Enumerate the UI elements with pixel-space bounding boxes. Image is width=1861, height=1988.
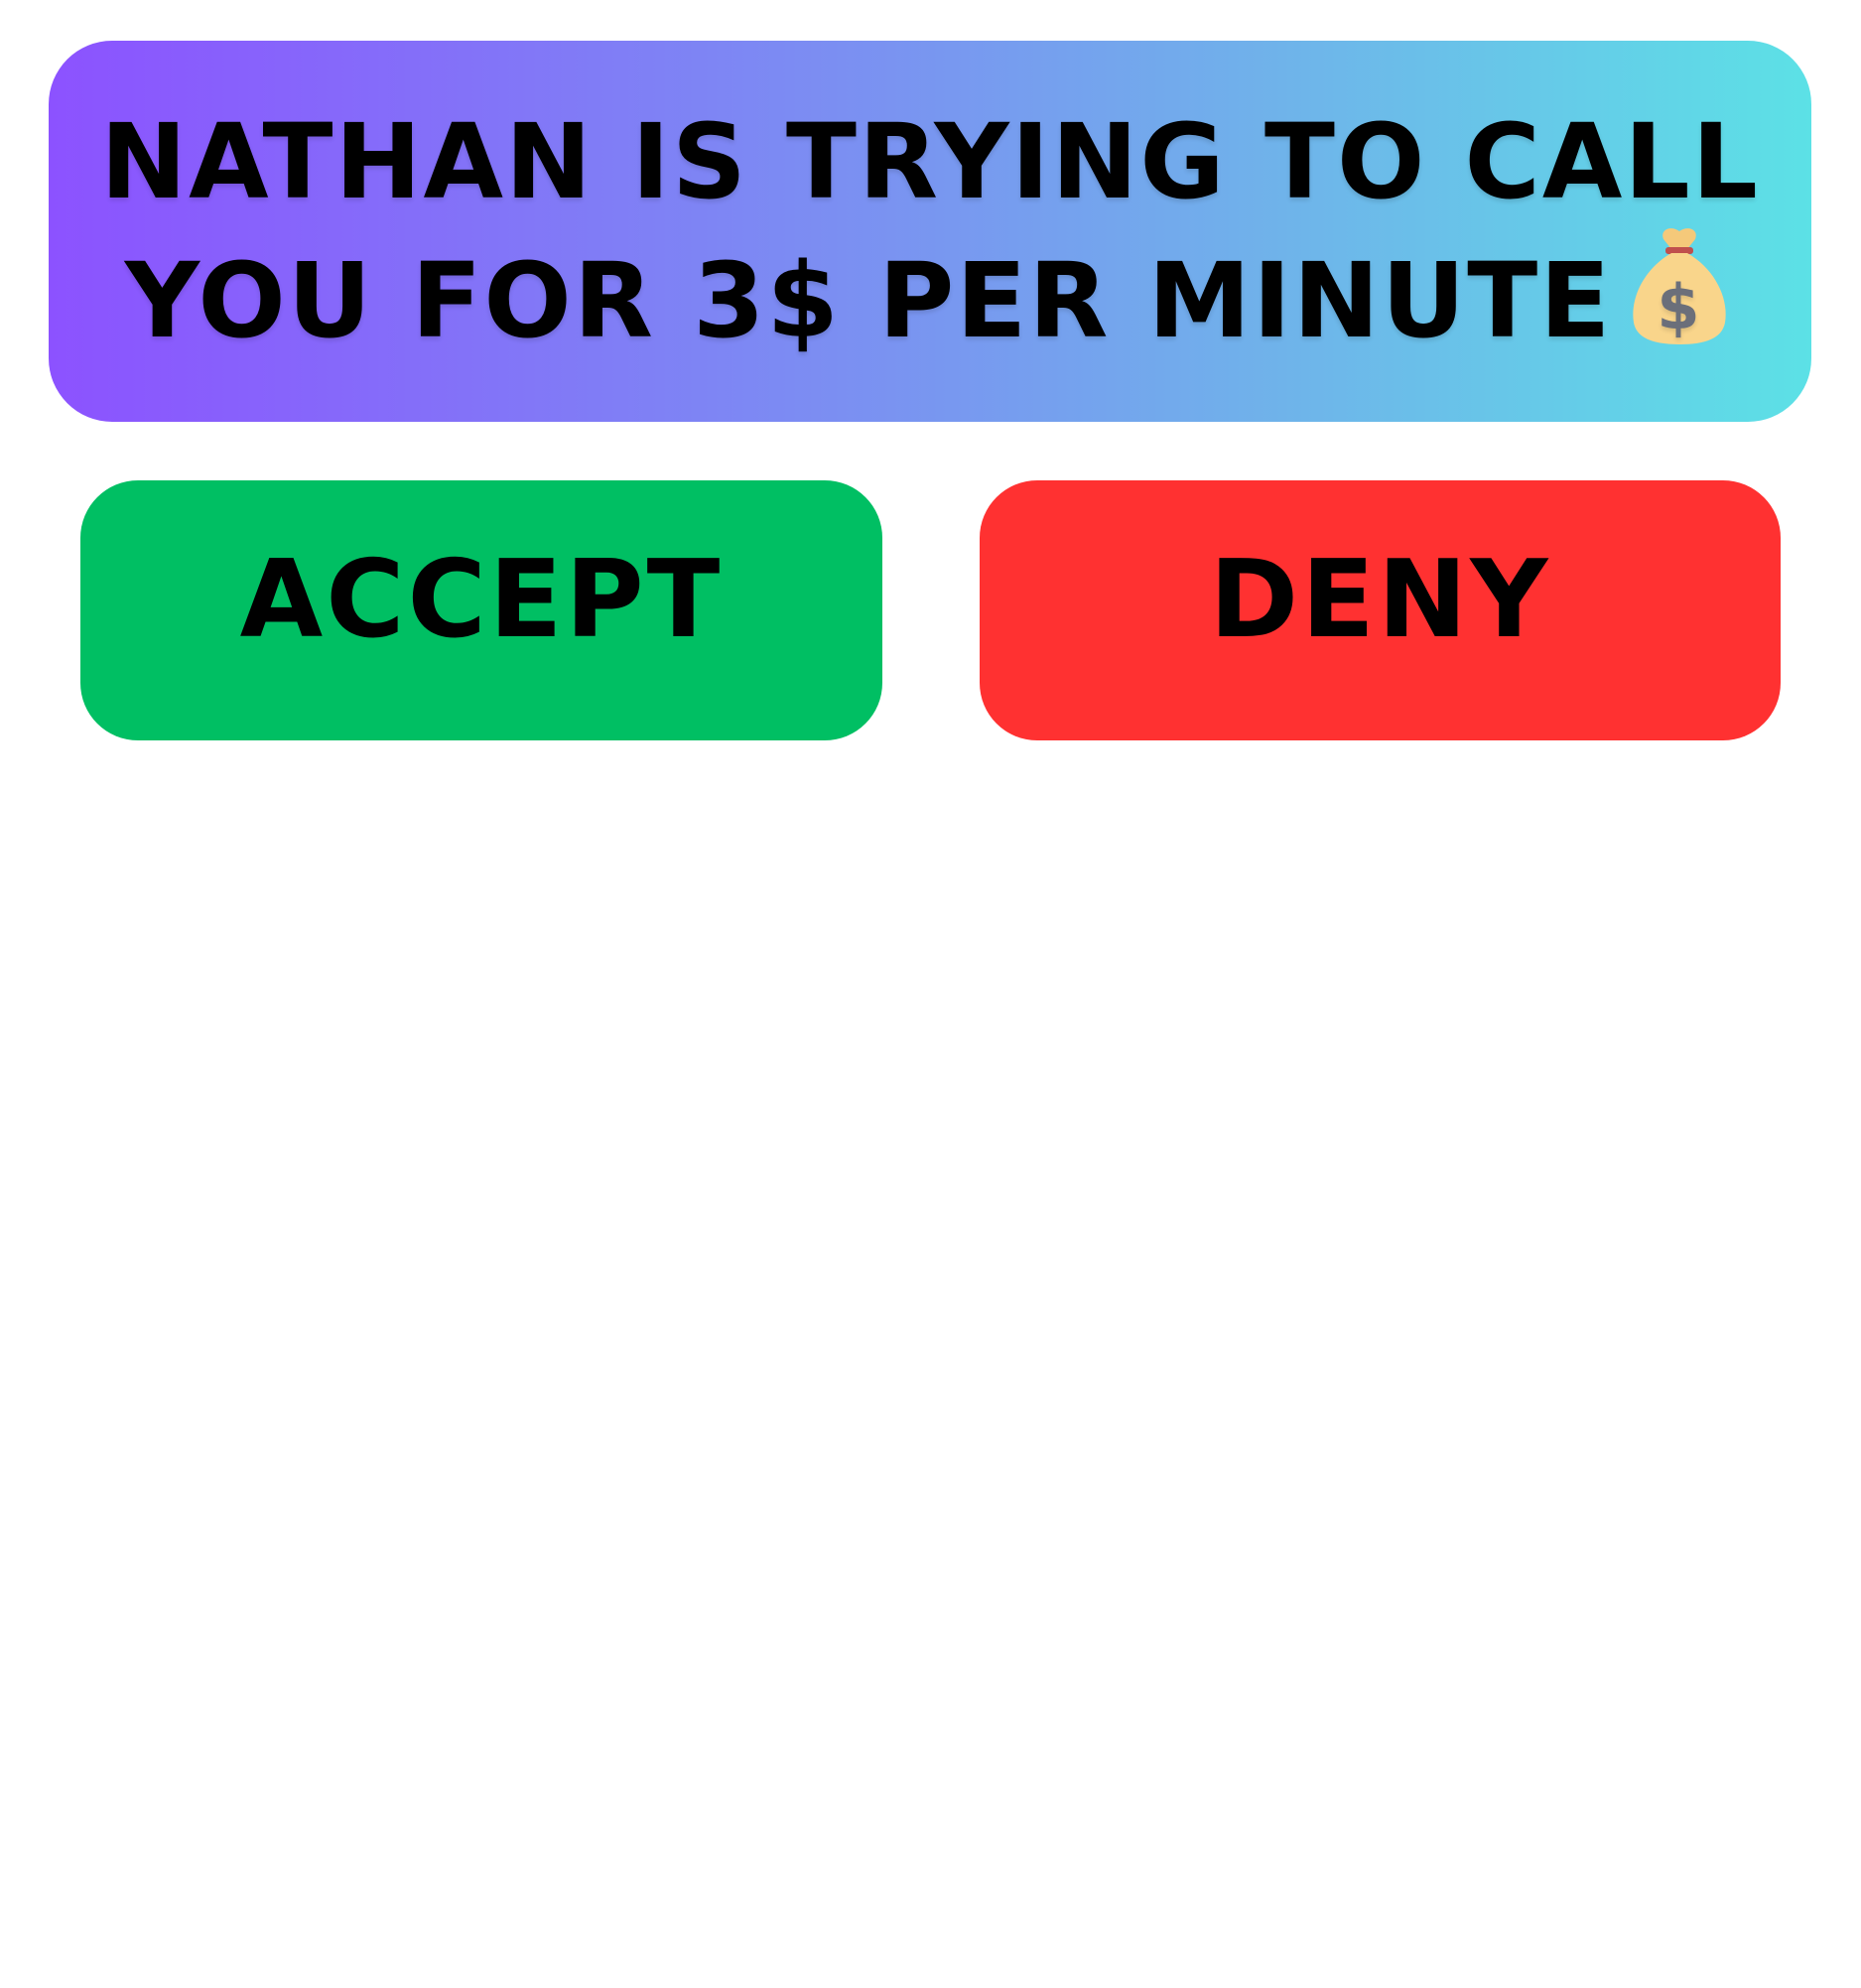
accept-button[interactable]: Accept bbox=[80, 480, 882, 740]
call-request-message: Nathan is trying to call you for 3$ per … bbox=[100, 100, 1760, 362]
svg-text:$: $ bbox=[1658, 271, 1702, 343]
accept-button-label: Accept bbox=[239, 538, 724, 662]
call-request-banner: Nathan is trying to call you for 3$ per … bbox=[49, 41, 1811, 422]
call-request-line-2: you for 3$ per minute bbox=[124, 240, 1613, 361]
money-bag-icon: $ bbox=[1624, 223, 1735, 346]
deny-button-label: Deny bbox=[1209, 538, 1551, 662]
call-request-line-1: Nathan is trying to call bbox=[100, 101, 1760, 222]
deny-button[interactable]: Deny bbox=[980, 480, 1781, 740]
